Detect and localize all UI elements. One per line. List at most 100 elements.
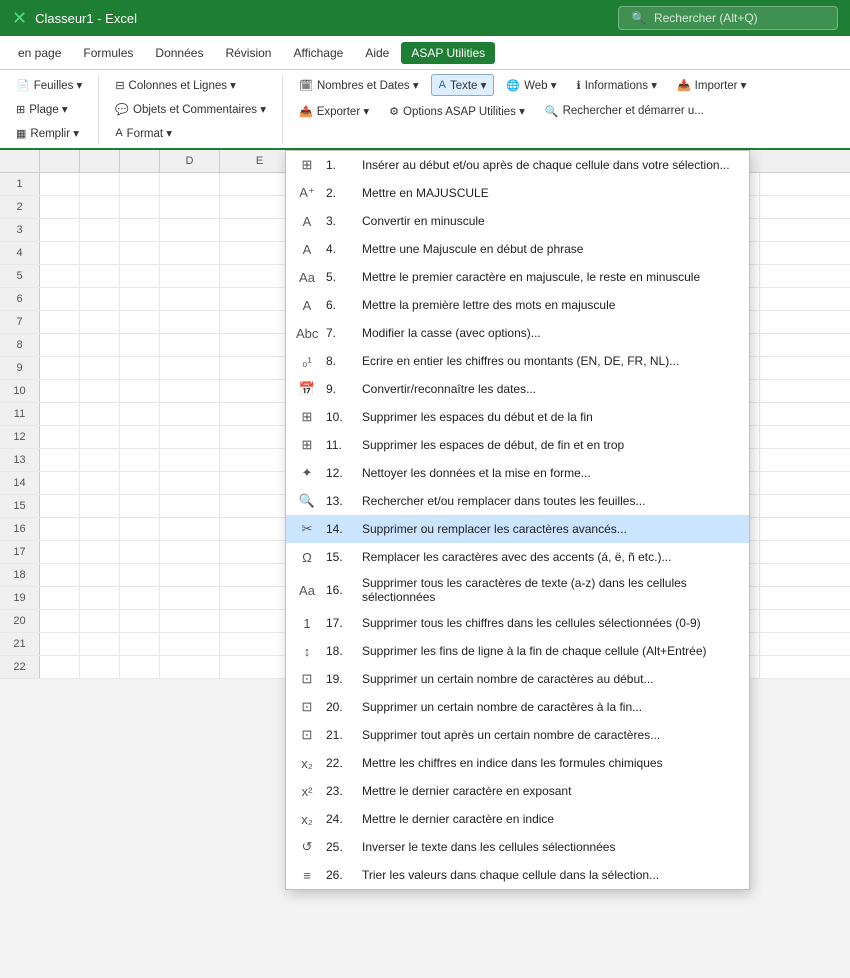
grid-cell[interactable]	[80, 656, 120, 678]
grid-cell[interactable]	[120, 449, 160, 471]
btn-web[interactable]: 🌐 Web ▾	[498, 74, 564, 96]
grid-cell[interactable]	[40, 426, 80, 448]
dropdown-item-14[interactable]: ✂14.Supprimer ou remplacer les caractère…	[286, 515, 749, 543]
btn-plage[interactable]: ⊞ Plage ▾	[8, 98, 90, 120]
btn-informations[interactable]: ℹ Informations ▾	[569, 74, 665, 96]
grid-cell[interactable]	[40, 242, 80, 264]
btn-feuilles[interactable]: 📄 Feuilles ▾	[8, 74, 90, 96]
grid-cell[interactable]	[80, 334, 120, 356]
grid-cell[interactable]	[80, 610, 120, 632]
grid-cell[interactable]	[160, 219, 220, 241]
grid-cell[interactable]	[120, 242, 160, 264]
grid-cell[interactable]	[80, 426, 120, 448]
grid-cell[interactable]	[80, 242, 120, 264]
grid-cell[interactable]	[40, 610, 80, 632]
grid-cell[interactable]	[160, 610, 220, 632]
grid-cell[interactable]	[120, 196, 160, 218]
search-bar[interactable]: 🔍 Rechercher (Alt+Q)	[618, 6, 838, 30]
grid-cell[interactable]	[40, 541, 80, 563]
grid-cell[interactable]	[80, 196, 120, 218]
grid-cell[interactable]	[120, 495, 160, 517]
grid-cell[interactable]	[40, 219, 80, 241]
grid-cell[interactable]	[120, 426, 160, 448]
grid-cell[interactable]	[80, 288, 120, 310]
grid-cell[interactable]	[40, 380, 80, 402]
grid-cell[interactable]	[120, 518, 160, 540]
dropdown-item-3[interactable]: A3.Convertir en minuscule	[286, 207, 749, 235]
grid-cell[interactable]	[160, 242, 220, 264]
grid-cell[interactable]	[120, 288, 160, 310]
btn-format[interactable]: A Format ▾	[107, 122, 274, 144]
grid-cell[interactable]	[160, 403, 220, 425]
grid-cell[interactable]	[160, 311, 220, 333]
menu-formules[interactable]: Formules	[73, 42, 143, 64]
dropdown-item-9[interactable]: 📅9.Convertir/reconnaître les dates...	[286, 375, 749, 403]
dropdown-item-23[interactable]: x²23.Mettre le dernier caractère en expo…	[286, 777, 749, 805]
dropdown-item-7[interactable]: Abc7.Modifier la casse (avec options)...	[286, 319, 749, 347]
dropdown-item-15[interactable]: Ω15.Remplacer les caractères avec des ac…	[286, 543, 749, 571]
grid-cell[interactable]	[160, 518, 220, 540]
grid-cell[interactable]	[160, 633, 220, 655]
grid-cell[interactable]	[80, 173, 120, 195]
grid-cell[interactable]	[40, 173, 80, 195]
grid-cell[interactable]	[120, 380, 160, 402]
grid-cell[interactable]	[120, 403, 160, 425]
btn-exporter[interactable]: 📤 Exporter ▾	[291, 100, 377, 122]
grid-cell[interactable]	[40, 311, 80, 333]
grid-cell[interactable]	[40, 495, 80, 517]
grid-cell[interactable]	[120, 311, 160, 333]
dropdown-item-18[interactable]: ↕18.Supprimer les fins de ligne à la fin…	[286, 637, 749, 665]
dropdown-item-4[interactable]: A4.Mettre une Majuscule en début de phra…	[286, 235, 749, 263]
grid-cell[interactable]	[80, 449, 120, 471]
grid-cell[interactable]	[40, 357, 80, 379]
dropdown-item-2[interactable]: A⁺2.Mettre en MAJUSCULE	[286, 179, 749, 207]
dropdown-item-20[interactable]: ⊡20.Supprimer un certain nombre de carac…	[286, 693, 749, 721]
dropdown-item-8[interactable]: ₀¹8.Ecrire en entier les chiffres ou mon…	[286, 347, 749, 375]
grid-cell[interactable]	[120, 472, 160, 494]
btn-texte[interactable]: A Texte ▾	[431, 74, 495, 96]
grid-cell[interactable]	[40, 587, 80, 609]
grid-cell[interactable]	[80, 311, 120, 333]
menu-en-page[interactable]: en page	[8, 42, 71, 64]
dropdown-item-17[interactable]: 117.Supprimer tous les chiffres dans les…	[286, 609, 749, 637]
grid-cell[interactable]	[160, 587, 220, 609]
grid-cell[interactable]	[120, 564, 160, 586]
dropdown-item-5[interactable]: Aa5.Mettre le premier caractère en majus…	[286, 263, 749, 291]
grid-cell[interactable]	[160, 173, 220, 195]
grid-cell[interactable]	[40, 449, 80, 471]
grid-cell[interactable]	[40, 564, 80, 586]
grid-cell[interactable]	[160, 357, 220, 379]
dropdown-item-19[interactable]: ⊡19.Supprimer un certain nombre de carac…	[286, 665, 749, 693]
btn-options-asap[interactable]: ⚙ Options ASAP Utilities ▾	[381, 100, 533, 122]
grid-cell[interactable]	[40, 265, 80, 287]
btn-nombres-dates[interactable]: 🗓 Nombres et Dates ▾	[291, 74, 427, 96]
dropdown-item-25[interactable]: ↺25.Inverser le texte dans les cellules …	[286, 833, 749, 861]
grid-cell[interactable]	[40, 403, 80, 425]
dropdown-item-16[interactable]: Aa16.Supprimer tous les caractères de te…	[286, 571, 749, 609]
btn-remplir[interactable]: ▦ Remplir ▾	[8, 122, 90, 144]
grid-cell[interactable]	[40, 518, 80, 540]
menu-revision[interactable]: Révision	[215, 42, 281, 64]
grid-cell[interactable]	[80, 219, 120, 241]
menu-donnees[interactable]: Données	[145, 42, 213, 64]
grid-cell[interactable]	[120, 656, 160, 678]
grid-cell[interactable]	[80, 518, 120, 540]
dropdown-item-22[interactable]: x₂22.Mettre les chiffres en indice dans …	[286, 749, 749, 777]
grid-cell[interactable]	[120, 219, 160, 241]
dropdown-item-26[interactable]: ≡26.Trier les valeurs dans chaque cellul…	[286, 861, 749, 889]
grid-cell[interactable]	[80, 541, 120, 563]
grid-cell[interactable]	[80, 587, 120, 609]
grid-cell[interactable]	[40, 633, 80, 655]
menu-aide[interactable]: Aide	[355, 42, 399, 64]
grid-cell[interactable]	[160, 541, 220, 563]
grid-cell[interactable]	[40, 196, 80, 218]
grid-cell[interactable]	[160, 196, 220, 218]
grid-cell[interactable]	[40, 656, 80, 678]
grid-cell[interactable]	[120, 587, 160, 609]
grid-cell[interactable]	[160, 288, 220, 310]
grid-cell[interactable]	[120, 610, 160, 632]
grid-cell[interactable]	[160, 449, 220, 471]
grid-cell[interactable]	[80, 357, 120, 379]
grid-cell[interactable]	[120, 334, 160, 356]
grid-cell[interactable]	[40, 472, 80, 494]
